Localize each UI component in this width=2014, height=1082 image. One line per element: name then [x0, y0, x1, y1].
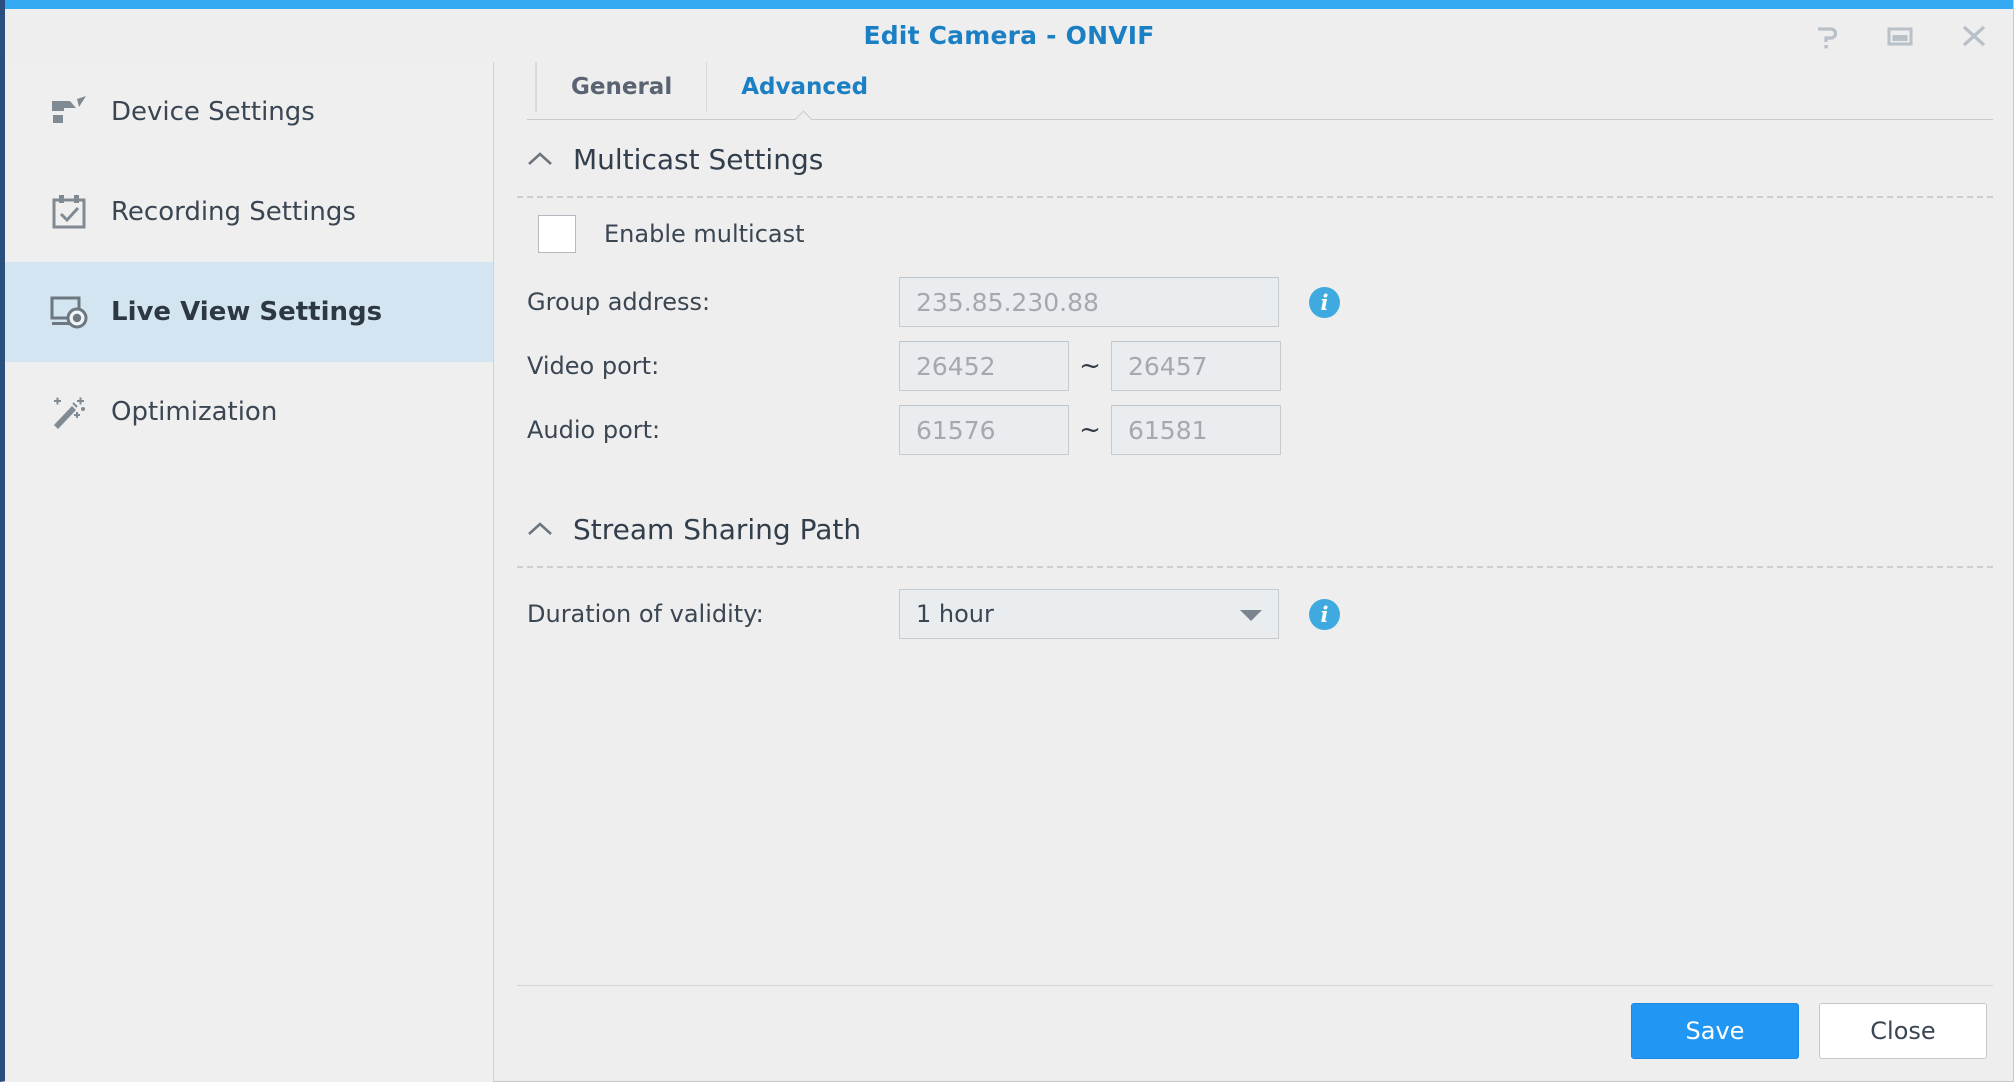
magic-wand-icon: [49, 392, 89, 432]
section-title: Multicast Settings: [573, 143, 823, 176]
close-icon[interactable]: [1957, 19, 1991, 53]
tab-bar: General Advanced: [527, 62, 1993, 122]
video-port-from-input[interactable]: 26452: [899, 341, 1069, 391]
section-header-stream-sharing-path[interactable]: Stream Sharing Path: [495, 492, 2013, 566]
sidebar-item-label: Optimization: [111, 397, 277, 427]
sidebar-item-live-view-settings[interactable]: Live View Settings: [5, 262, 493, 362]
edit-camera-dialog: Edit Camera - ONVIF: [0, 0, 2014, 1082]
group-address-row: Group address: 235.85.230.88 i: [495, 270, 2013, 334]
duration-of-validity-select[interactable]: 1 hour: [899, 589, 1279, 639]
sidebar-item-label: Live View Settings: [111, 297, 382, 327]
sidebar-item-optimization[interactable]: Optimization: [5, 362, 493, 462]
section-title: Stream Sharing Path: [573, 513, 861, 546]
audio-port-from-input[interactable]: 61576: [899, 405, 1069, 455]
audio-port-to-input[interactable]: 61581: [1111, 405, 1281, 455]
chevron-up-icon: [527, 146, 553, 172]
sidebar-item-recording-settings[interactable]: Recording Settings: [5, 162, 493, 262]
camera-icon: [49, 92, 89, 132]
dialog-footer: Save Close: [1631, 1003, 1987, 1059]
duration-of-validity-row: Duration of validity: 1 hour i: [495, 582, 2013, 646]
main-panel: General Advanced Multicast Settings: [495, 62, 2013, 1081]
close-button[interactable]: Close: [1819, 1003, 1987, 1059]
title-bar: Edit Camera - ONVIF: [5, 9, 2013, 62]
video-port-separator: ~: [1069, 351, 1111, 381]
sidebar-item-label: Recording Settings: [111, 197, 356, 227]
group-address-input[interactable]: 235.85.230.88: [899, 277, 1279, 327]
window-accent-bar: [5, 0, 2013, 9]
footer-divider: [517, 985, 1993, 986]
tab-underline: [527, 119, 1993, 120]
duration-of-validity-label: Duration of validity:: [527, 600, 899, 628]
info-icon[interactable]: i: [1309, 287, 1340, 318]
sidebar-item-label: Device Settings: [111, 97, 315, 127]
save-button[interactable]: Save: [1631, 1003, 1799, 1059]
group-address-label: Group address:: [527, 288, 899, 316]
audio-port-separator: ~: [1069, 415, 1111, 445]
tab-general[interactable]: General: [536, 62, 706, 112]
tab-left-spacer: [527, 62, 536, 112]
window-title: Edit Camera - ONVIF: [5, 21, 2013, 50]
audio-port-row: Audio port: 61576 ~ 61581: [495, 398, 2013, 462]
section-header-multicast[interactable]: Multicast Settings: [495, 122, 2013, 196]
monitor-record-icon: [49, 292, 89, 332]
enable-multicast-checkbox[interactable]: [538, 215, 576, 253]
window-controls: [1809, 19, 1991, 53]
duration-of-validity-value: 1 hour: [916, 600, 994, 628]
chevron-up-icon: [527, 516, 553, 542]
calendar-check-icon: [49, 192, 89, 232]
restore-icon[interactable]: [1883, 19, 1917, 53]
section-divider: [517, 566, 1993, 568]
enable-multicast-label: Enable multicast: [604, 220, 805, 248]
tab-label: General: [571, 74, 672, 100]
enable-multicast-row: Enable multicast: [495, 198, 2013, 270]
audio-port-label: Audio port:: [527, 416, 899, 444]
video-port-label: Video port:: [527, 352, 899, 380]
help-icon[interactable]: [1809, 19, 1843, 53]
tab-label: Advanced: [741, 74, 868, 100]
video-port-to-input[interactable]: 26457: [1111, 341, 1281, 391]
tab-content-advanced: Multicast Settings Enable multicast Grou…: [495, 122, 2013, 1081]
sidebar: Device Settings Recording Settings: [5, 62, 494, 1082]
chevron-down-icon: [1240, 610, 1262, 621]
active-tab-notch: [795, 109, 817, 120]
video-port-row: Video port: 26452 ~ 26457: [495, 334, 2013, 398]
info-icon[interactable]: i: [1309, 599, 1340, 630]
sidebar-item-device-settings[interactable]: Device Settings: [5, 62, 493, 162]
tab-advanced[interactable]: Advanced: [706, 62, 902, 112]
